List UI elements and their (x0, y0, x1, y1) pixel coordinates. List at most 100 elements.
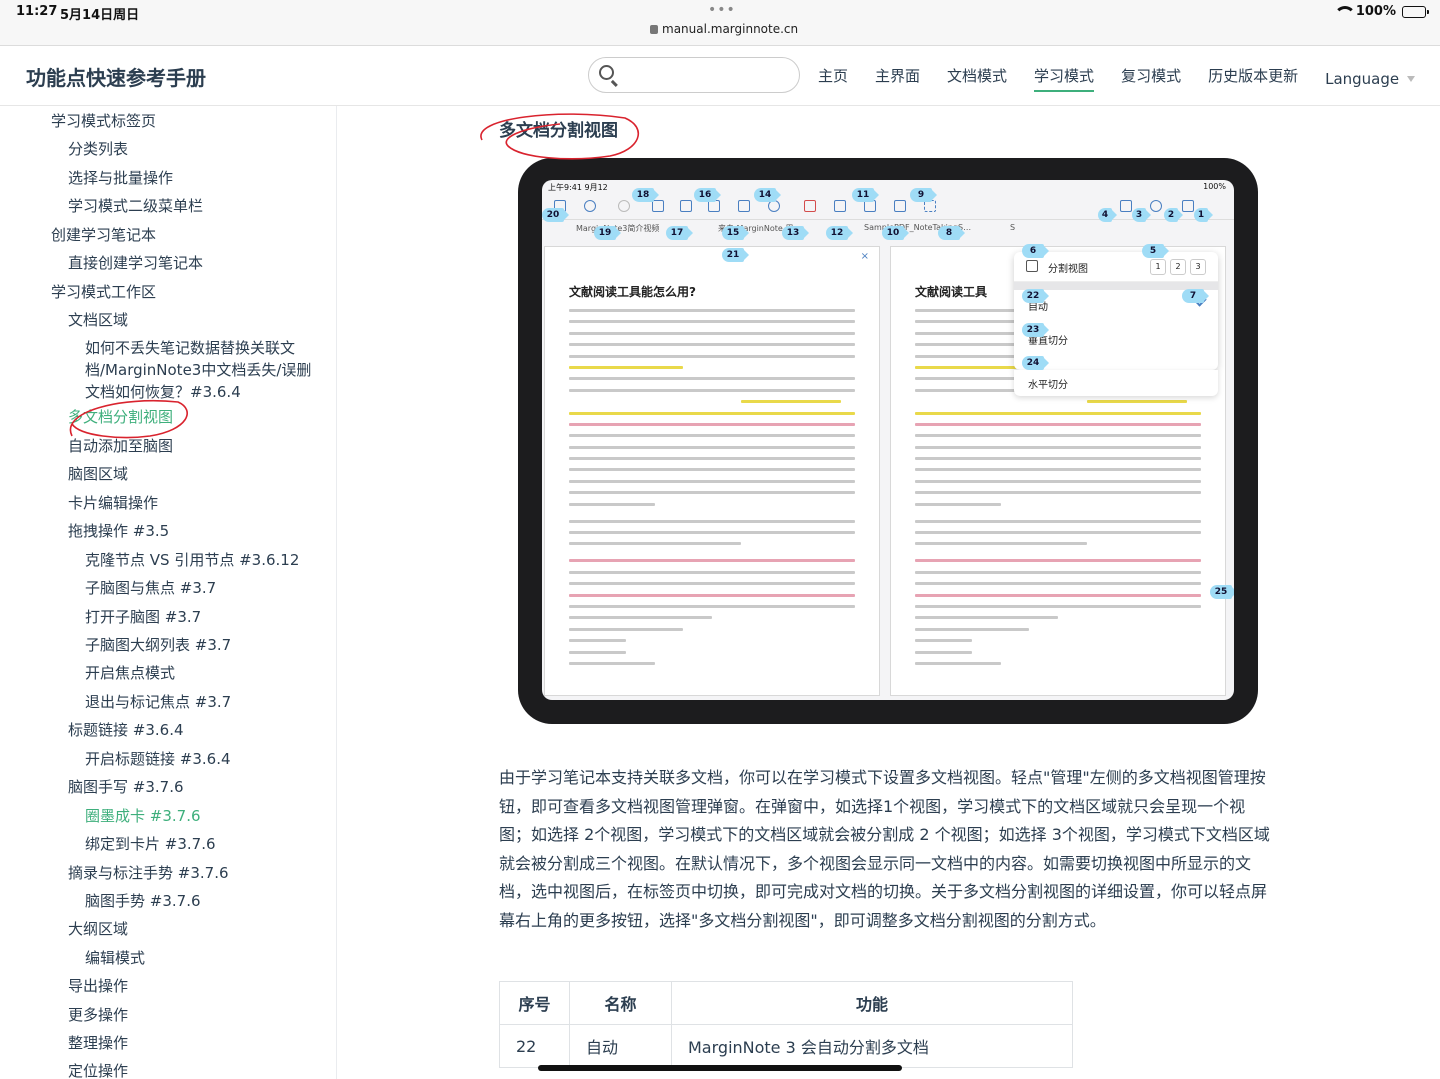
textbox-icon (894, 200, 906, 212)
nav-document-mode[interactable]: 文档模式 (947, 65, 1007, 92)
ipad-screenshot-figure: 上午9:41 9月12 100% M (518, 158, 1258, 724)
nav-study-mode[interactable]: 学习模式 (1034, 65, 1095, 92)
view-count-3: 3 (1190, 259, 1206, 275)
feature-table: 序号 名称 功能 22 自动 MarginNote 3 会自动分割多文档 (499, 981, 1073, 1068)
split-view-icon (1026, 260, 1038, 272)
battery-icon (1402, 5, 1429, 18)
sidebar-item[interactable]: 编辑模式 (85, 947, 145, 968)
popup-extension: 水平切分 (1014, 370, 1218, 396)
callout-badge: 11 (852, 188, 879, 202)
sidebar-item[interactable]: 子脑图大纲列表 #3.7 (85, 634, 231, 655)
table-header: 序号 (499, 981, 570, 1025)
left-document-view: × 文献阅读工具能怎么用? (544, 246, 880, 696)
ipad-status-time: 上午9:41 9月12 (548, 183, 608, 192)
callout-badge: 17 (666, 226, 693, 240)
search-input[interactable] (588, 57, 800, 93)
search-icon (599, 65, 614, 80)
sidebar-item-active[interactable]: 多文档分割视图 (68, 406, 173, 427)
sidebar-item[interactable]: 圈墨成卡 #3.7.6 (85, 805, 201, 826)
callout-badge: 23 (1022, 323, 1049, 337)
sidebar-item[interactable]: 如何不丢失笔记数据替换关联文档/MarginNote3中文档丢失/误删文档如何恢… (85, 337, 325, 403)
sidebar-item[interactable]: 开启焦点模式 (85, 662, 175, 683)
sidebar-item[interactable]: 选择与批量操作 (68, 167, 173, 188)
sidebar-item[interactable]: 子脑图与焦点 #3.7 (85, 577, 216, 598)
sidebar-item[interactable]: 更多操作 (68, 1004, 128, 1025)
sidebar[interactable]: 学习模式标签页 分类列表 选择与批量操作 学习模式二级菜单栏 创建学习笔记本 直… (0, 106, 337, 1079)
language-dropdown[interactable]: Language (1325, 65, 1416, 92)
callout-badge: 13 (782, 226, 809, 240)
popup-header: 分割视图 1 2 3 (1014, 252, 1218, 282)
url-text: manual.marginnote.cn (662, 22, 799, 36)
callout-badge: 24 (1022, 356, 1049, 370)
ipad-screen: 上午9:41 9月12 100% M (542, 180, 1234, 700)
table-header: 功能 (671, 981, 1073, 1025)
table-cell: 自动 (569, 1024, 672, 1068)
split-view-popup: 分割视图 1 2 3 自动 垂直切分 (1014, 252, 1218, 370)
callout-badge: 1 (1194, 208, 1213, 222)
table-cell: 22 (499, 1024, 570, 1068)
sidebar-item[interactable]: 学习模式工作区 (51, 281, 156, 302)
callout-badge: 20 (542, 208, 569, 222)
address-bar[interactable]: manual.marginnote.cn (650, 22, 798, 36)
pen-icon (804, 200, 816, 212)
sidebar-item[interactable]: 导出操作 (68, 975, 128, 996)
option-horizontal: 水平切分 (1028, 380, 1068, 391)
sidebar-item[interactable]: 学习模式二级菜单栏 (68, 195, 203, 216)
table-row: 22 自动 MarginNote 3 会自动分割多文档 (499, 1024, 1073, 1068)
callout-badge: 12 (826, 226, 853, 240)
undo-icon (584, 200, 596, 212)
sidebar-item[interactable]: 定位操作 (68, 1060, 128, 1079)
search-icon (1150, 200, 1162, 212)
doc-tab: S (1010, 223, 1016, 232)
sidebar-item[interactable]: 打开子脑图 #3.7 (85, 606, 201, 627)
home-indicator[interactable] (538, 1065, 902, 1071)
image-icon (738, 200, 750, 212)
top-nav: 主页 主界面 文档模式 学习模式 复习模式 历史版本更新 Language (818, 65, 1416, 92)
highlighter-icon (680, 200, 692, 212)
callout-badge: 21 (722, 248, 749, 262)
sidebar-item[interactable]: 分类列表 (68, 138, 128, 159)
callout-badge: 5 (1142, 244, 1169, 258)
table-cell: MarginNote 3 会自动分割多文档 (671, 1024, 1073, 1068)
sidebar-item[interactable]: 脑图手写 #3.7.6 (68, 776, 184, 797)
callout-badge: 19 (594, 226, 621, 240)
view-count-2: 2 (1170, 259, 1186, 275)
doc-text-lines (569, 309, 855, 673)
sidebar-item[interactable]: 脑图区域 (68, 463, 128, 484)
nav-changelog[interactable]: 历史版本更新 (1208, 65, 1298, 92)
nav-main-ui[interactable]: 主界面 (875, 65, 920, 92)
sidebar-item[interactable]: 整理操作 (68, 1032, 128, 1053)
sidebar-item[interactable]: 摘录与标注手势 #3.7.6 (68, 862, 229, 883)
callout-badge: 10 (882, 226, 909, 240)
sidebar-item[interactable]: 文档区域 (68, 309, 128, 330)
callout-badge: 14 (754, 188, 781, 202)
sidebar-item[interactable]: 标题链接 #3.6.4 (68, 719, 184, 740)
select-tool-icon (652, 200, 664, 212)
redo-icon (618, 200, 630, 212)
split-view-icon (1120, 200, 1132, 212)
sidebar-item[interactable]: 绑定到卡片 #3.7.6 (85, 833, 216, 854)
site-title[interactable]: 功能点快速参考手册 (26, 62, 206, 91)
multitask-dots-icon[interactable]: ••• (708, 2, 736, 18)
nav-review-mode[interactable]: 复习模式 (1121, 65, 1181, 92)
sidebar-item[interactable]: 自动添加至脑图 (68, 435, 173, 456)
site-header: 功能点快速参考手册 主页 主界面 文档模式 学习模式 复习模式 历史版本更新 L… (0, 46, 1440, 106)
sidebar-item[interactable]: 创建学习笔记本 (51, 224, 156, 245)
sidebar-item[interactable]: 脑图手势 #3.7.6 (85, 890, 201, 911)
sidebar-item[interactable]: 大纲区域 (68, 918, 128, 939)
sidebar-item[interactable]: 退出与标记焦点 #3.7 (85, 691, 231, 712)
nav-home[interactable]: 主页 (818, 65, 848, 92)
sidebar-item[interactable]: 卡片编辑操作 (68, 492, 158, 513)
language-label: Language (1325, 69, 1400, 88)
close-icon: × (860, 251, 869, 262)
sidebar-item[interactable]: 开启标题链接 #3.6.4 (85, 748, 231, 769)
sidebar-item[interactable]: 直接创建学习笔记本 (68, 252, 203, 273)
chevron-down-icon (1407, 75, 1416, 82)
save-icon (1182, 200, 1194, 212)
sidebar-item[interactable]: 拖拽操作 #3.5 (68, 520, 169, 541)
sidebar-item[interactable]: 学习模式标签页 (51, 110, 156, 131)
sidebar-item[interactable]: 克隆节点 VS 引用节点 #3.6.12 (85, 549, 299, 570)
status-date: 5月14日周日 (60, 8, 140, 23)
callout-badge: 25 (1210, 585, 1234, 599)
callout-badge: 7 (1182, 289, 1209, 303)
